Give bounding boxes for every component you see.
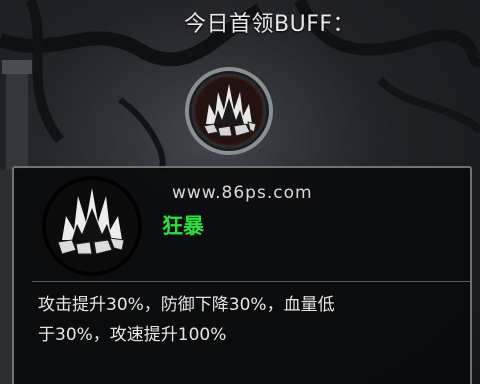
buff-icon [40, 174, 144, 278]
explosion-burst-icon [42, 176, 142, 276]
watermark-text: www.86ps.com [172, 183, 313, 203]
buff-badge-icon[interactable] [184, 66, 274, 156]
panel-divider [32, 281, 470, 282]
buff-description: 攻击提升30%，防御下降30%，血量低 于30%，攻速提升100% [38, 295, 335, 345]
buff-tooltip-panel: www.86ps.com 狂暴 攻击提升30%，防御下降30%，血量低 于30%… [12, 166, 472, 384]
explosion-burst-icon [185, 67, 273, 155]
daily-boss-buff-title: 今日首领BUFF： [184, 12, 356, 37]
buff-name: 狂暴 [162, 214, 204, 238]
